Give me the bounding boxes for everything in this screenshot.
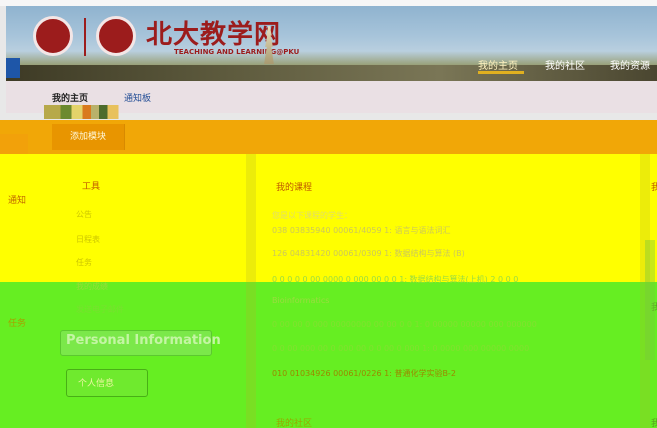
course-link[interactable]: 0 0 0 0 0 00 0000 0 000 00 0 0 1: 数据结构与算… bbox=[272, 274, 518, 285]
nav-my-home[interactable]: 我的主页 bbox=[478, 57, 518, 72]
tool-calendar-link[interactable]: 日程表 bbox=[76, 234, 100, 245]
banner-left-mark bbox=[6, 58, 20, 78]
site-logo-subtitle: TEACHING AND LEARNING@PKU bbox=[174, 48, 300, 56]
page: 北大教学网 TEACHING AND LEARNING@PKU 我的主页 我的社… bbox=[0, 0, 657, 428]
right-module-title-cut: 我 bbox=[651, 419, 657, 428]
course-link[interactable]: 0 00 00 0 000 00000000 00 00 0 0 1: 0 00… bbox=[272, 320, 537, 329]
tool-send-email-link[interactable]: 发送电子邮件 bbox=[76, 304, 124, 315]
tab-my-home[interactable]: 我的主页 bbox=[52, 91, 88, 104]
tab-notice-board[interactable]: 通知板 bbox=[124, 91, 151, 104]
tool-tasks-link[interactable]: 任务 bbox=[76, 257, 92, 268]
personal-info-button-label[interactable]: 个人信息 bbox=[78, 376, 114, 389]
left-tasks-label[interactable]: 任务 bbox=[8, 316, 26, 329]
scrollbar[interactable] bbox=[645, 240, 655, 360]
university-seal-icon bbox=[33, 16, 73, 56]
course-link[interactable]: 0 0 00 000 00 0 000 00 0 0 00 0 000 1: 0… bbox=[272, 344, 529, 353]
course-link[interactable]: 126 04831420 00061/0309 1: 数据结构与算法 (B) bbox=[272, 248, 465, 259]
personal-information-title: Personal Information bbox=[66, 333, 221, 348]
community-module-title: 我的社区 bbox=[276, 419, 313, 428]
courses-heading: 您是以下课程的学生： bbox=[272, 211, 352, 220]
course-link[interactable]: Bioinformatics bbox=[272, 296, 329, 305]
column-divider bbox=[246, 154, 256, 428]
add-module-button[interactable]: 添加模块 bbox=[52, 124, 125, 150]
left-notice-label[interactable]: 通知 bbox=[8, 193, 26, 206]
scribble-artifact bbox=[44, 105, 182, 119]
tools-module-title: 工具 bbox=[82, 182, 101, 192]
right-module-title-cut: 我 bbox=[651, 183, 657, 193]
course-link[interactable]: 010 01034926 00061/0226 1: 普通化学实验B-2 bbox=[272, 368, 456, 379]
course-link[interactable]: 038 03835940 00061/4059 1: 语言与语法词汇 bbox=[272, 225, 450, 236]
nav-my-community[interactable]: 我的社区 bbox=[545, 57, 585, 72]
nav-my-resources[interactable]: 我的资源 bbox=[610, 57, 650, 72]
seal-divider bbox=[84, 18, 86, 56]
tool-announcements-link[interactable]: 公告 bbox=[76, 209, 92, 220]
site-logo-text[interactable]: 北大教学网 bbox=[146, 14, 281, 51]
nav-active-indicator bbox=[478, 71, 524, 74]
courses-module-title: 我的课程 bbox=[276, 183, 313, 193]
second-seal-icon bbox=[96, 16, 136, 56]
tool-grades-link[interactable]: 我的成绩 bbox=[76, 281, 108, 292]
